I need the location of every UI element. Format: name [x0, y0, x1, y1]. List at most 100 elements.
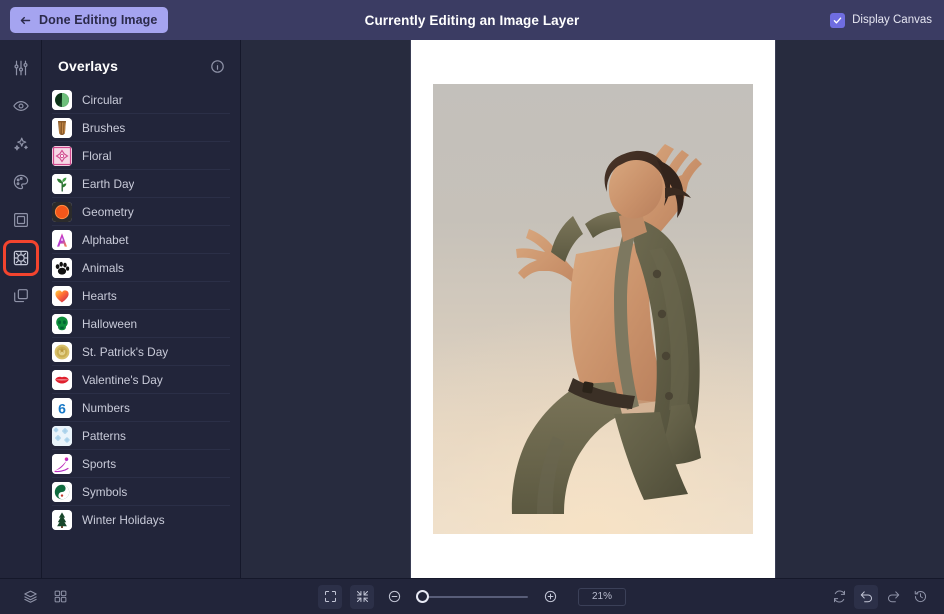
list-item[interactable]: Winter Holidays: [52, 506, 230, 534]
overlays-icon: [13, 250, 28, 266]
st-patricks-thumb: [52, 341, 72, 362]
canvas-stage[interactable]: [241, 40, 944, 578]
zoom-level-value[interactable]: 21%: [578, 587, 626, 606]
list-item-label: Brushes: [82, 120, 126, 135]
list-item[interactable]: Brushes: [52, 114, 230, 142]
list-item-label: St. Patrick's Day: [82, 344, 169, 359]
list-item[interactable]: Animals: [52, 254, 230, 282]
earth-day-thumb: [52, 173, 72, 194]
layers-copy-icon: [13, 289, 28, 303]
display-canvas-label: Display Canvas: [852, 14, 932, 26]
overlays-panel-header: Overlays: [42, 48, 240, 84]
rail-item-overlays[interactable]: [2, 240, 39, 276]
palette-icon: [13, 174, 28, 190]
canvas-paper[interactable]: [409, 40, 776, 578]
history-icon: [914, 590, 926, 603]
reset-icon: [833, 590, 845, 603]
svg-text:6: 6: [58, 400, 66, 416]
animals-thumb: [52, 257, 72, 278]
bottom-toolbar: 21%: [0, 578, 944, 614]
undo-button[interactable]: [854, 584, 878, 609]
list-item-label: Animals: [82, 260, 124, 275]
floral-thumb: [52, 145, 72, 166]
photo-subject: [511, 144, 702, 514]
image-editor-window: Done Editing Image Currently Editing an …: [0, 0, 944, 614]
list-item[interactable]: Hearts: [52, 282, 230, 310]
list-item-label: Hearts: [82, 288, 117, 303]
redo-button[interactable]: [881, 585, 905, 609]
hearts-thumb: [52, 285, 72, 306]
list-item-label: Alphabet: [82, 232, 129, 247]
list-item-label: Numbers: [82, 400, 130, 415]
list-item[interactable]: Sports: [52, 450, 230, 478]
list-item-label: Patterns: [82, 428, 126, 443]
zoom-slider-handle[interactable]: [416, 589, 429, 603]
list-item-label: Circular: [82, 92, 123, 107]
shrink-to-fit-button[interactable]: [350, 584, 374, 609]
list-item[interactable]: Geometry: [52, 198, 230, 226]
adjust-icon: [13, 60, 28, 76]
valentines-thumb: [52, 369, 72, 390]
rail-item-effects[interactable]: [7, 92, 35, 120]
list-item-label: Valentine's Day: [82, 372, 163, 387]
list-item-label: Earth Day: [82, 176, 135, 191]
fit-to-screen-button[interactable]: [318, 584, 342, 609]
rail-item-duplicate[interactable]: [7, 282, 35, 310]
display-canvas-checkbox[interactable]: [830, 12, 846, 28]
rail-item-frames[interactable]: [7, 206, 35, 234]
zoom-slider[interactable]: [416, 589, 528, 605]
shrink-to-fit-icon: [356, 591, 368, 602]
zoom-controls: 21%: [0, 584, 944, 609]
rail-item-ai-tools[interactable]: [7, 130, 35, 158]
list-item-label: Symbols: [82, 484, 128, 499]
info-icon[interactable]: [210, 59, 225, 74]
image-layer[interactable]: [432, 84, 753, 534]
list-item-label: Floral: [82, 148, 112, 163]
geometry-thumb: [52, 201, 72, 222]
list-item-label: Geometry: [82, 204, 134, 219]
check-icon: [833, 16, 842, 24]
back-arrow-icon: [19, 14, 32, 27]
tool-rail: [0, 40, 42, 578]
circular-thumb: [52, 89, 72, 110]
list-item[interactable]: Alphabet: [52, 226, 230, 254]
reset-button[interactable]: [827, 585, 851, 609]
brushes-thumb: [52, 117, 72, 138]
zoom-in-icon: [544, 590, 556, 603]
list-item[interactable]: Circular: [52, 86, 230, 114]
zoom-in-button[interactable]: [538, 585, 562, 609]
frame-icon: [13, 213, 28, 227]
halloween-thumb: [52, 313, 72, 334]
numbers-thumb: 6: [52, 397, 72, 418]
top-bar: Done Editing Image Currently Editing an …: [0, 0, 944, 40]
rail-item-color[interactable]: [7, 168, 35, 196]
list-item[interactable]: Symbols: [52, 478, 230, 506]
zoom-slider-track: [422, 595, 528, 598]
overlays-panel-title: Overlays: [58, 58, 118, 74]
eye-icon: [12, 101, 29, 111]
list-item-label: Halloween: [82, 316, 138, 331]
display-canvas-toggle[interactable]: Display Canvas: [830, 12, 932, 28]
list-item-label: Winter Holidays: [82, 513, 165, 527]
editor-body: Overlays Circular Brushes Floral Earth D…: [0, 40, 944, 578]
done-editing-image-button[interactable]: Done Editing Image: [10, 7, 169, 33]
redo-icon: [887, 591, 899, 603]
patterns-thumb: [52, 425, 72, 446]
list-item[interactable]: Halloween: [52, 310, 230, 338]
list-item[interactable]: Valentine's Day: [52, 366, 230, 394]
list-item[interactable]: St. Patrick's Day: [52, 338, 230, 366]
overlays-list: Circular Brushes Floral Earth Day Geomet…: [42, 84, 240, 544]
winter-holidays-thumb: [52, 510, 72, 530]
list-item[interactable]: 6 Numbers: [52, 394, 230, 422]
sparkle-icon: [13, 137, 28, 151]
rail-item-adjust[interactable]: [7, 54, 35, 82]
list-item-label: Sports: [82, 456, 117, 471]
zoom-out-button[interactable]: [382, 585, 406, 609]
symbols-thumb: [52, 481, 72, 502]
history-button[interactable]: [908, 585, 932, 609]
list-item[interactable]: Floral: [52, 142, 230, 170]
list-item[interactable]: Patterns: [52, 422, 230, 450]
done-editing-image-label: Done Editing Image: [39, 13, 158, 27]
list-item[interactable]: Earth Day: [52, 170, 230, 198]
undo-icon: [860, 591, 872, 603]
